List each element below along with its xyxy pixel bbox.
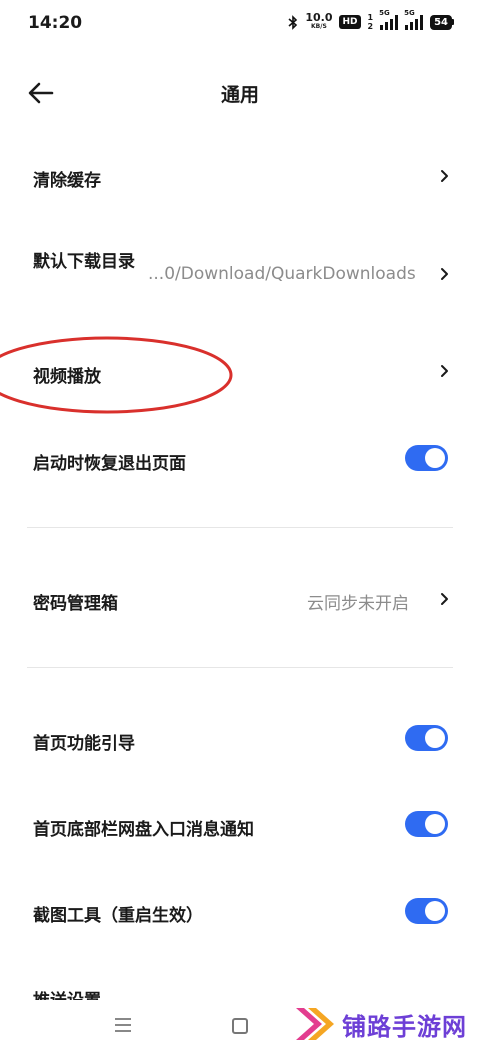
home-netdisk-notice-label: 首页底部栏网盘入口消息通知 [33,820,254,840]
watermark-text: 铺路手游网 [342,1012,467,1041]
download-directory-label: 默认下载目录 [33,252,135,272]
restore-on-launch-toggle[interactable] [405,445,448,471]
status-icons: 10.0 KB/S HD 1 2 5G 5G 54 [288,9,454,31]
hd-voice-badge: HD [339,15,361,29]
restore-on-launch-label: 启动时恢复退出页面 [33,454,186,474]
password-manager-status: 云同步未开启 [307,594,409,614]
screenshot-tool-label: 截图工具（重启生效） [33,906,203,926]
menu-icon[interactable] [114,1017,132,1033]
chevron-right-icon [441,593,448,605]
signal-sim2-icon: 5G [404,9,424,30]
page-title: 通用 [220,84,259,106]
home-square-icon[interactable] [232,1018,248,1034]
home-guide-label: 首页功能引导 [33,734,135,754]
divider [27,667,453,668]
clear-cache-label: 清除缓存 [33,171,101,191]
bluetooth-icon [288,14,298,30]
home-netdisk-notice-toggle[interactable] [405,811,448,837]
chevron-right-icon [441,365,448,377]
site-watermark: 铺路手游网 [292,1004,467,1044]
screenshot-tool-toggle[interactable] [405,898,448,924]
divider [27,527,453,528]
setting-push[interactable]: 推送设置 [0,984,480,1000]
red-annotation-ellipse [0,336,233,414]
signal-sim1-icon: 5G [379,9,399,30]
status-time: 14:20 [28,13,83,33]
battery-icon: 54 [430,14,454,30]
arrow-logo-icon [296,1008,334,1040]
push-settings-label: 推送设置 [33,986,101,1000]
network-speed: 10.0 KB/S [305,11,333,30]
chevron-right-icon [441,268,448,280]
password-manager-label: 密码管理箱 [33,594,118,614]
hd-sim-indices: 1 2 [367,13,374,31]
download-directory-value: ...0/Download/QuarkDownloads [148,264,416,284]
home-guide-toggle[interactable] [405,725,448,751]
chevron-right-icon [441,170,448,182]
